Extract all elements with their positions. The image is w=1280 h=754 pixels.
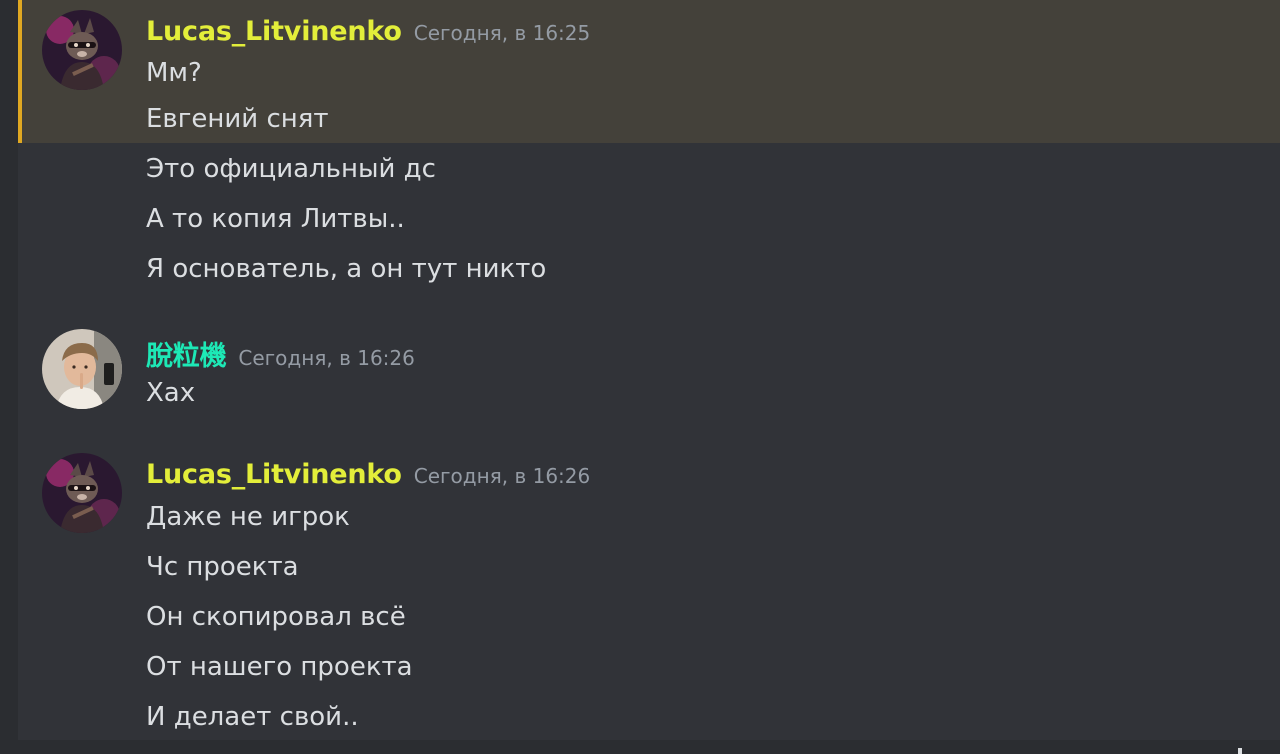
message-line: И делает свой..	[146, 702, 359, 732]
bottom-edge	[0, 740, 1280, 754]
chat-message-list[interactable]: Lucas_Litvinenko Сегодня, в 16:25 Мм? Евг…	[0, 0, 1280, 754]
message-header: Lucas_Litvinenko Сегодня, в 16:26	[146, 459, 590, 490]
message-line: Он скопировал всё	[146, 602, 406, 632]
timestamp: Сегодня, в 16:26	[413, 464, 591, 488]
timestamp: Сегодня, в 16:25	[413, 21, 591, 45]
raccoon-avatar-icon[interactable]	[42, 453, 122, 533]
message-line: Я основатель, а он тут никто	[146, 254, 547, 284]
raccoon-avatar-icon[interactable]	[42, 10, 122, 90]
username[interactable]: 脫粒機	[146, 341, 227, 372]
message-line: Чс проекта	[146, 552, 299, 582]
resize-handle[interactable]	[1238, 748, 1242, 754]
person-avatar-icon[interactable]	[42, 329, 122, 409]
timestamp: Сегодня, в 16:26	[238, 346, 415, 370]
left-sidebar-edge	[0, 0, 18, 754]
username[interactable]: Lucas_Litvinenko	[146, 16, 402, 47]
message-line: От нашего проекта	[146, 652, 413, 682]
message-line: Даже не игрок	[146, 502, 350, 532]
message-line: Евгений снят	[146, 104, 329, 134]
message-line: Хах	[146, 378, 196, 408]
message-header: Lucas_Litvinenko Сегодня, в 16:25	[146, 16, 590, 47]
message-line: Мм?	[146, 58, 202, 88]
message-header: 脫粒機 Сегодня, в 16:26	[146, 334, 415, 373]
message-line: А то копия Литвы..	[146, 204, 405, 234]
message-line: Это официальный дс	[146, 154, 436, 184]
username[interactable]: Lucas_Litvinenko	[146, 459, 402, 490]
